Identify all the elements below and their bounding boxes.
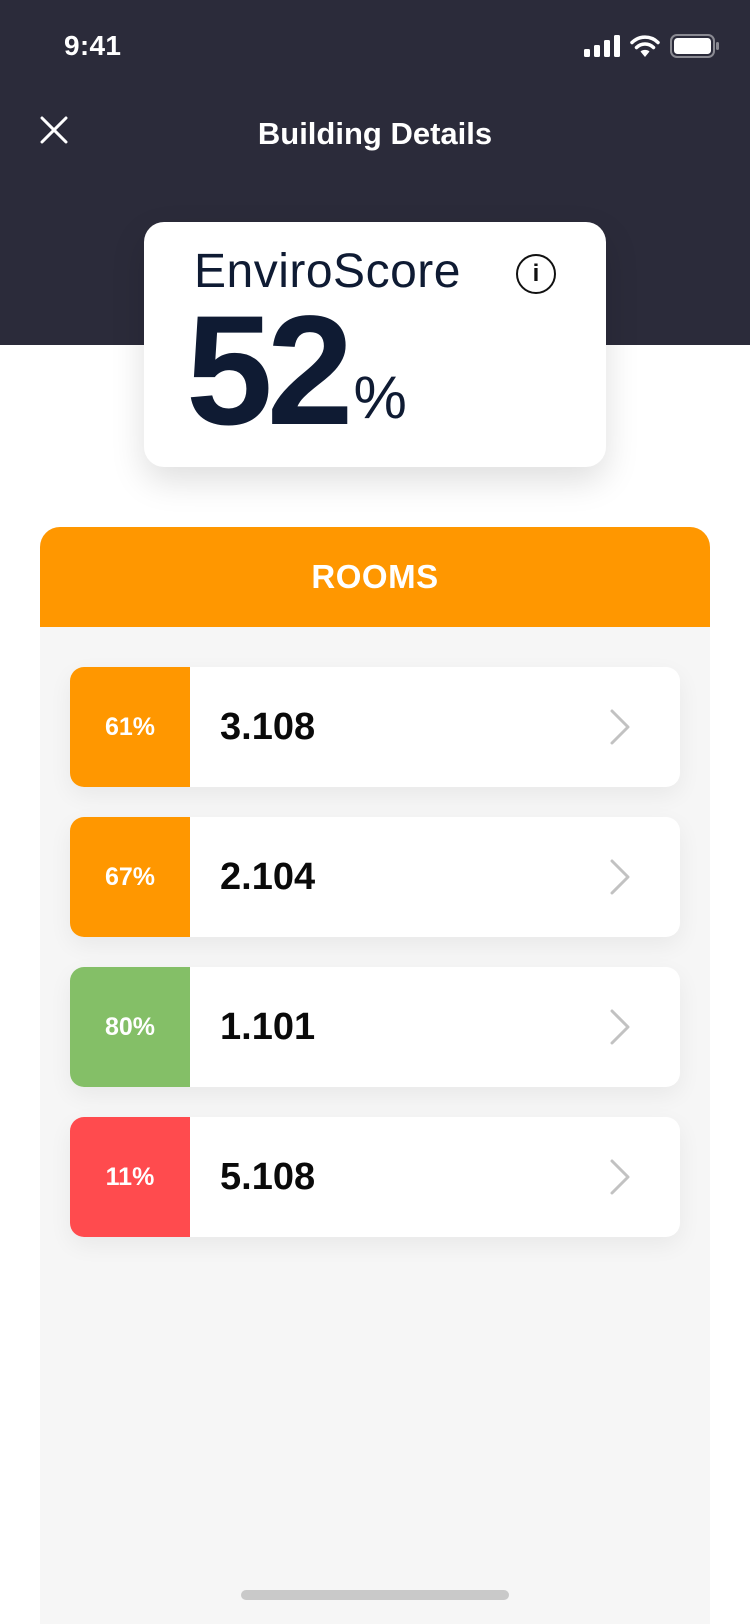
info-icon[interactable]: i <box>516 254 556 294</box>
list-item[interactable]: 80% 1.101 <box>70 967 680 1087</box>
enviroscore-card: EnviroScore i 52 % <box>144 222 606 467</box>
room-name: 1.101 <box>220 1005 316 1048</box>
enviroscore-value-row: 52 % <box>186 284 407 458</box>
battery-icon <box>670 34 720 58</box>
room-name: 5.108 <box>220 1155 316 1198</box>
enviroscore-unit: % <box>353 364 407 431</box>
status-icons <box>584 34 720 58</box>
room-name: 2.104 <box>220 855 316 898</box>
room-score-badge: 61% <box>70 667 190 787</box>
chevron-right-icon <box>600 857 640 897</box>
rooms-list: 61% 3.108 67% 2.104 80% 1.101 11% 5.108 <box>70 667 680 1267</box>
room-score-badge: 11% <box>70 1117 190 1237</box>
status-time: 9:41 <box>64 30 122 61</box>
signal-icon <box>584 35 620 57</box>
room-score-badge: 67% <box>70 817 190 937</box>
list-item[interactable]: 61% 3.108 <box>70 667 680 787</box>
rooms-panel: ROOMS 61% 3.108 67% 2.104 80% 1.101 11% … <box>40 527 710 1624</box>
rooms-header: ROOMS <box>40 527 710 627</box>
list-item[interactable]: 67% 2.104 <box>70 817 680 937</box>
chevron-right-icon <box>600 1007 640 1047</box>
home-indicator <box>241 1590 509 1600</box>
list-item[interactable]: 11% 5.108 <box>70 1117 680 1237</box>
page-title: Building Details <box>257 116 493 151</box>
wifi-icon <box>630 35 660 57</box>
building-details-screen: 9:41 Building Details EnviroScore i 52 %… <box>0 0 750 1624</box>
info-glyph: i <box>532 260 540 287</box>
chevron-right-icon <box>600 707 640 747</box>
room-score-badge: 80% <box>70 967 190 1087</box>
chevron-right-icon <box>600 1157 640 1197</box>
enviroscore-value: 52 <box>186 284 354 458</box>
room-name: 3.108 <box>220 705 316 748</box>
